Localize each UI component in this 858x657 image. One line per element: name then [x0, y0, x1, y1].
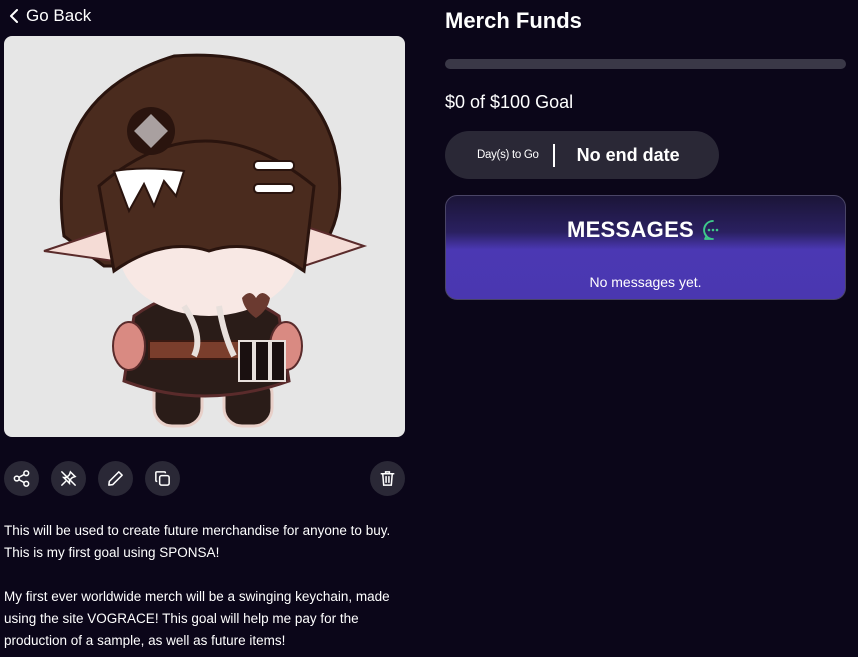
- divider: [552, 143, 555, 167]
- messages-empty-state: No messages yet.: [589, 274, 702, 290]
- description-line: My first ever worldwide merch will be a …: [4, 589, 390, 604]
- goal-description: This will be used to create future merch…: [4, 520, 409, 652]
- goal-progress-bar: [445, 59, 846, 69]
- share-icon: [13, 470, 30, 487]
- go-back-label: Go Back: [26, 6, 92, 25]
- messages-title: MESSAGES: [566, 217, 695, 242]
- description-line: using the site VOGRACE! This goal will h…: [4, 611, 359, 626]
- edit-icon: [108, 471, 123, 486]
- description-line: production of a sample, as well as futur…: [4, 633, 286, 648]
- unpin-button[interactable]: [51, 461, 86, 496]
- days-to-go-pill: Day(s) to Go No end date: [445, 131, 719, 179]
- chat-bubble-icon: [703, 220, 719, 240]
- description-line: This is my first goal using SPONSA!: [4, 545, 220, 560]
- duplicate-icon: [155, 471, 170, 486]
- days-to-go-value: No end date: [576, 144, 680, 165]
- goal-raised-text: $0 of $100 Goal: [445, 92, 574, 112]
- chibi-character-illustration: [43, 53, 368, 428]
- duplicate-button[interactable]: [145, 461, 180, 496]
- chevron-left-icon: [10, 9, 18, 23]
- edit-button[interactable]: [98, 461, 133, 496]
- go-back-link[interactable]: Go Back: [8, 6, 91, 26]
- unpin-icon: [61, 470, 77, 486]
- share-button[interactable]: [4, 461, 39, 496]
- description-line: This will be used to create future merch…: [4, 523, 391, 538]
- goal-title: Merch Funds: [445, 8, 582, 33]
- messages-panel: MESSAGES No messages yet.: [445, 195, 846, 300]
- goal-image: [4, 36, 405, 437]
- messages-header: MESSAGES: [446, 217, 845, 243]
- delete-icon: [380, 471, 395, 486]
- days-to-go-label: Day(s) to Go: [477, 149, 539, 161]
- delete-button[interactable]: [370, 461, 405, 496]
- goal-actions-toolbar: [4, 461, 405, 496]
